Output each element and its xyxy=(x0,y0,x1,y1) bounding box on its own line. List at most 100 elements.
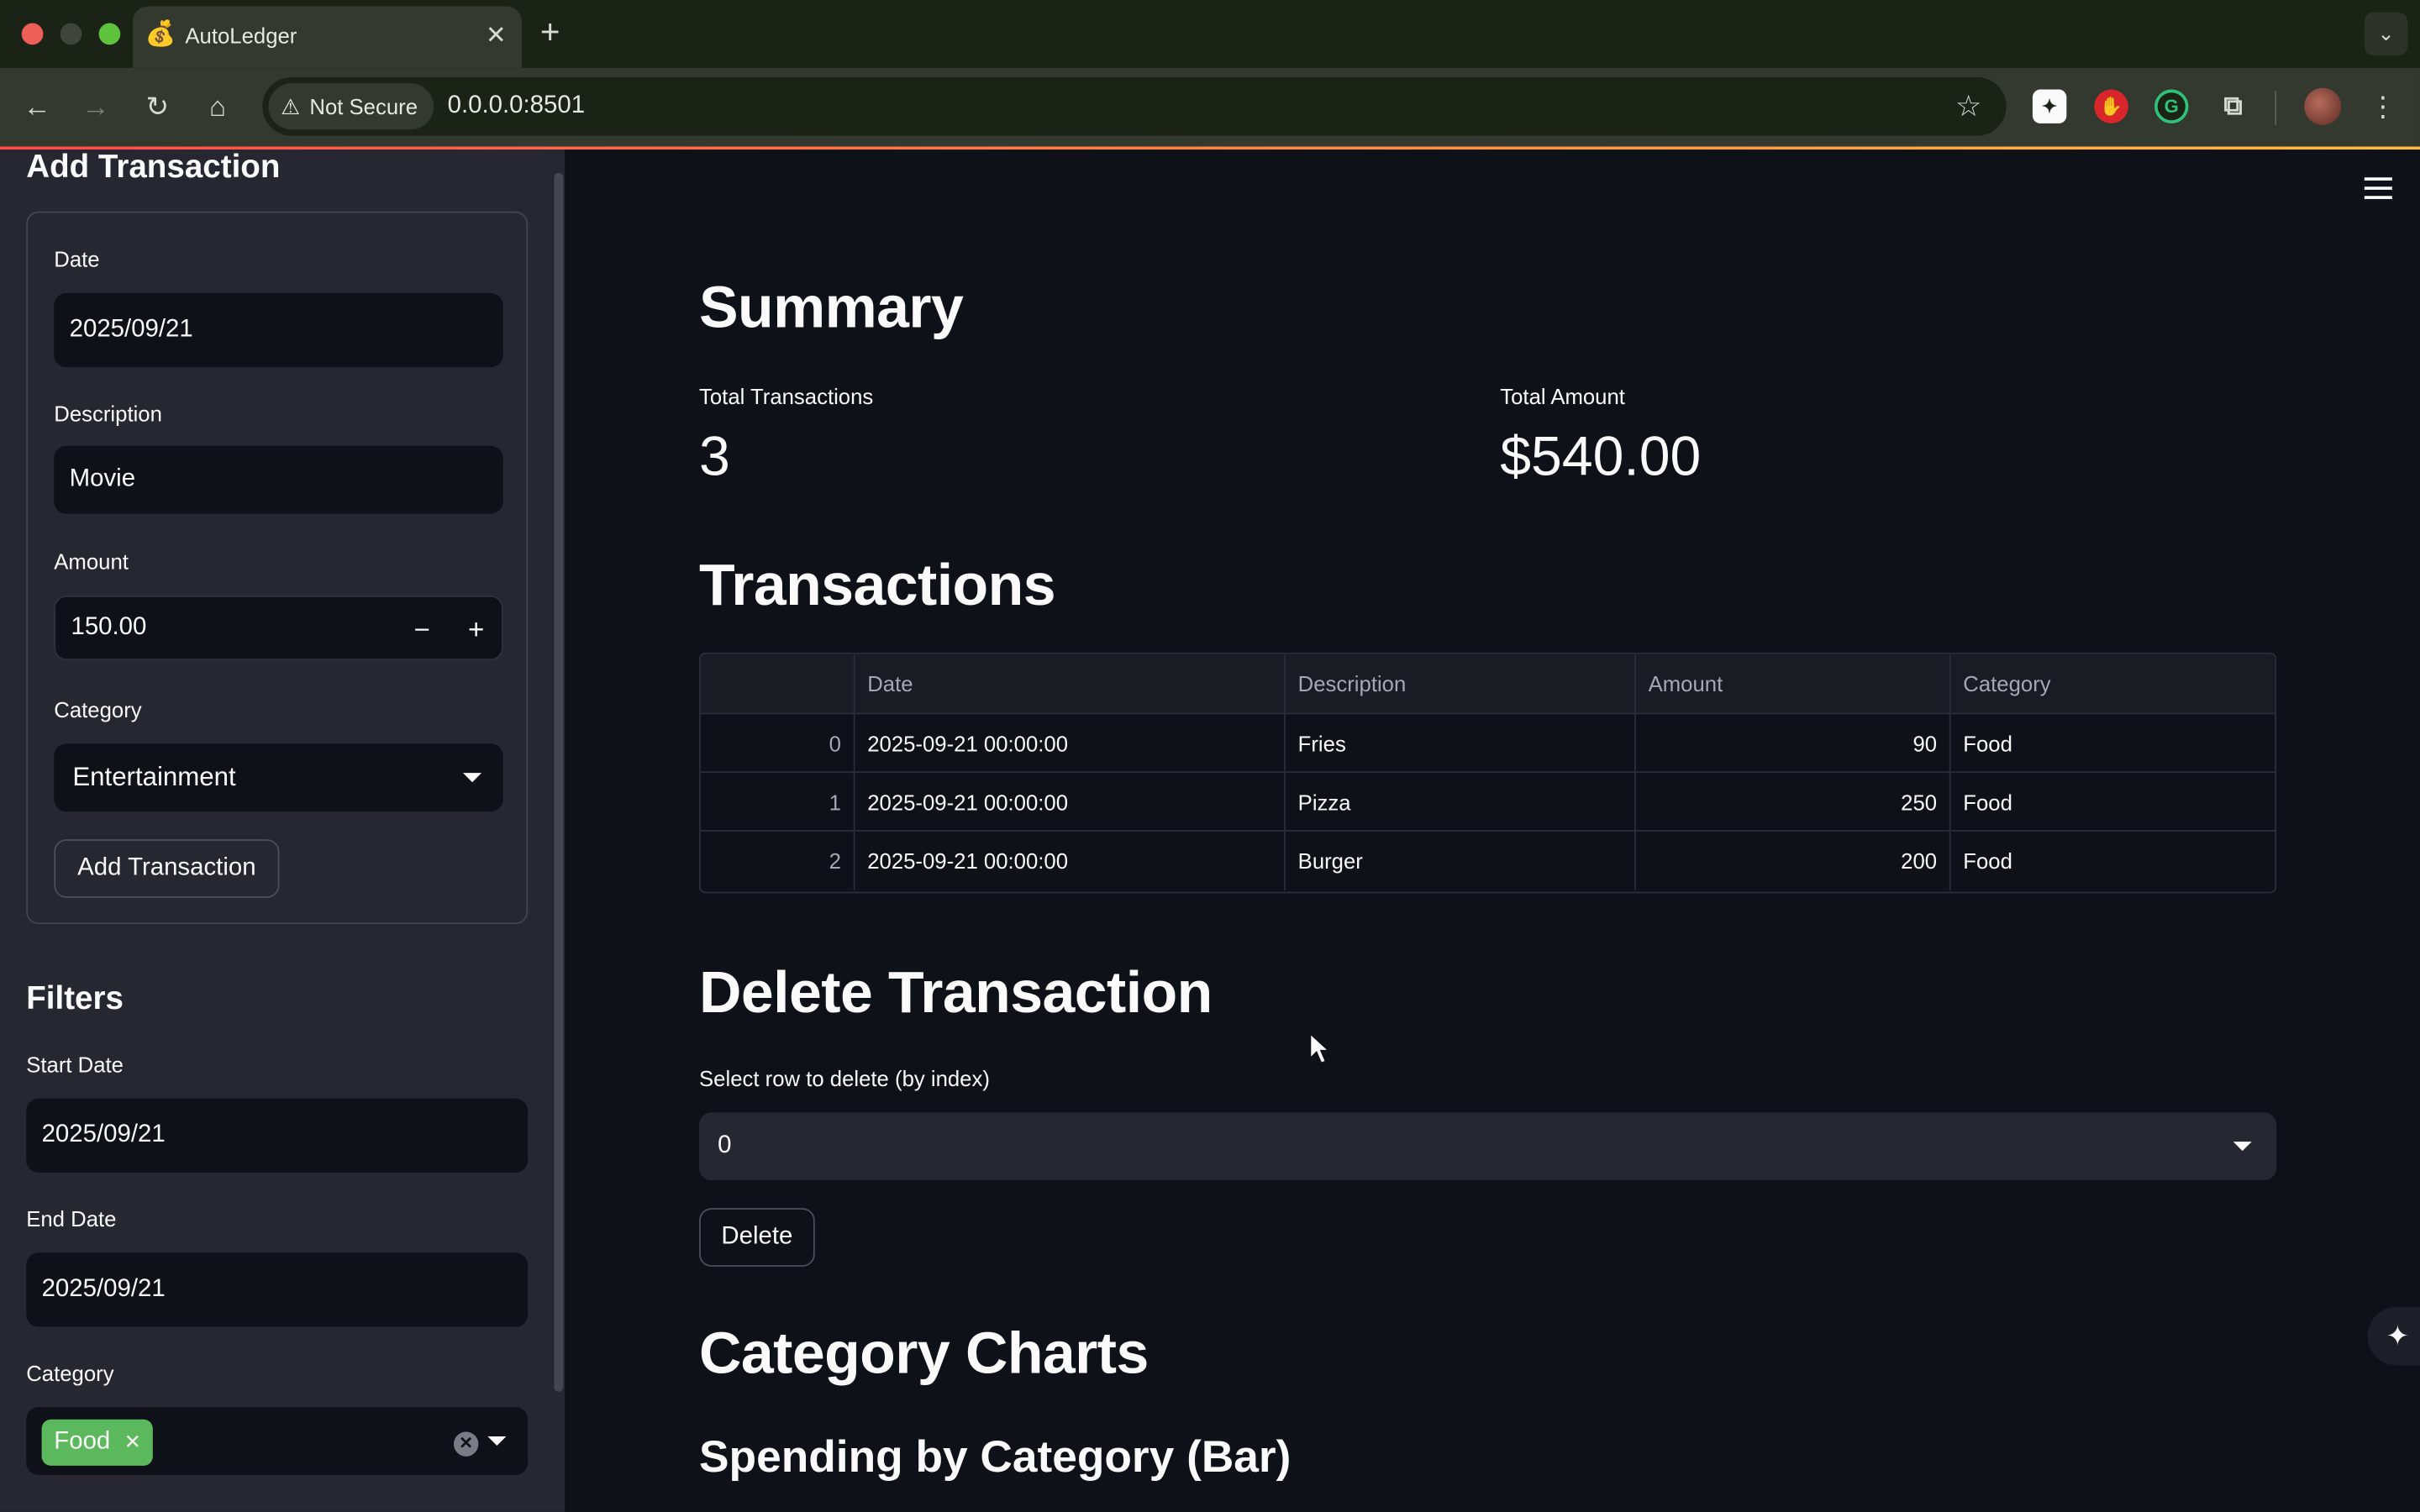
total-amount-label: Total Amount xyxy=(1500,384,1625,409)
clear-all-icon[interactable]: ✕ xyxy=(453,1431,479,1457)
add-transaction-form: Date Description Amount − + Category Ent… xyxy=(26,211,529,925)
category-charts-heading: Category Charts xyxy=(699,1322,1149,1388)
warning-icon: ⚠ xyxy=(281,93,301,118)
tab-close-icon[interactable]: ✕ xyxy=(486,20,507,51)
grammarly-icon[interactable]: G xyxy=(2154,89,2189,123)
browser-tab-bar: 💰 AutoLedger ✕ + ⌄ xyxy=(0,0,2420,68)
date-input-value[interactable] xyxy=(69,316,503,344)
add-transaction-heading: Add Transaction xyxy=(26,150,281,186)
cell-date[interactable]: 2025-09-21 00:00:00 xyxy=(855,831,1286,890)
description-input-value[interactable] xyxy=(69,465,503,494)
total-transactions-value: 3 xyxy=(699,424,730,488)
ai-sparkle-icon[interactable]: ✦ xyxy=(2367,1306,2420,1366)
security-chip[interactable]: ⚠ Not Secure xyxy=(268,83,434,130)
main-content: Summary Total Transactions 3 Total Amoun… xyxy=(565,150,2420,1512)
back-icon[interactable]: ← xyxy=(18,88,55,125)
profile-avatar[interactable] xyxy=(2304,87,2342,125)
extensions-puzzle-icon[interactable]: ⧉ xyxy=(2217,90,2250,123)
cell-date[interactable]: 2025-09-21 00:00:00 xyxy=(855,773,1286,831)
column-header-date[interactable]: Date xyxy=(855,654,1286,713)
cell-date[interactable]: 2025-09-21 00:00:00 xyxy=(855,714,1286,772)
cell-amount[interactable]: 200 xyxy=(1636,831,1951,890)
forward-icon[interactable]: → xyxy=(77,88,114,125)
date-label: Date xyxy=(54,246,100,272)
hamburger-menu-icon[interactable] xyxy=(2364,177,2392,199)
end-date-input[interactable] xyxy=(26,1252,529,1327)
browser-menu-icon[interactable]: ⋮ xyxy=(2369,88,2396,125)
chevron-down-icon xyxy=(2233,1142,2252,1152)
filters-heading: Filters xyxy=(26,981,124,1017)
category-multiselect[interactable]: Food ✕ ✕ xyxy=(26,1407,529,1475)
bookmark-star-icon[interactable]: ☆ xyxy=(1955,90,1981,125)
sidebar: Add Transaction Date Description Amount … xyxy=(0,150,566,1512)
home-icon[interactable]: ⌂ xyxy=(199,88,236,125)
table-row[interactable]: 0 2025-09-21 00:00:00 Fries 90 Food xyxy=(700,714,2275,774)
end-date-value[interactable] xyxy=(41,1275,529,1305)
chevron-down-icon xyxy=(463,773,482,783)
extension-hand-icon[interactable]: ✋ xyxy=(2094,89,2128,123)
transactions-table[interactable]: Date Description Amount Category 0 2025-… xyxy=(699,652,2277,894)
delete-transaction-heading: Delete Transaction xyxy=(699,961,1213,1026)
row-index: 1 xyxy=(701,773,855,831)
reload-icon[interactable]: ↻ xyxy=(139,88,176,125)
column-header-description[interactable]: Description xyxy=(1286,654,1636,713)
row-index: 2 xyxy=(701,831,855,890)
column-header-index[interactable] xyxy=(701,654,855,713)
start-date-value[interactable] xyxy=(41,1121,529,1150)
amount-input[interactable]: − + xyxy=(54,595,503,662)
cell-description[interactable]: Pizza xyxy=(1286,773,1636,831)
sidebar-scrollbar[interactable] xyxy=(554,172,564,1392)
cell-category[interactable]: Food xyxy=(1951,832,2275,890)
mouse-pointer-icon xyxy=(1309,1032,1331,1064)
tab-search-chevron-icon[interactable]: ⌄ xyxy=(2364,12,2408,56)
cell-category[interactable]: Food xyxy=(1951,714,2275,771)
delete-row-select[interactable]: 0 xyxy=(699,1112,2277,1181)
delete-button[interactable]: Delete xyxy=(699,1208,815,1267)
category-select[interactable]: Entertainment xyxy=(54,743,503,812)
delete-select-value: 0 xyxy=(718,1132,732,1159)
address-bar[interactable]: ⚠ Not Secure 0.0.0.0:8501 ☆ xyxy=(262,76,2007,136)
summary-heading: Summary xyxy=(699,276,964,341)
browser-tab[interactable]: 💰 AutoLedger ✕ xyxy=(132,6,522,68)
column-header-amount[interactable]: Amount xyxy=(1636,654,1951,713)
new-tab-icon[interactable]: + xyxy=(540,13,560,51)
date-input[interactable] xyxy=(54,292,503,368)
start-date-label: Start Date xyxy=(26,1052,124,1078)
tab-title: AutoLedger xyxy=(185,23,297,48)
amount-input-value[interactable] xyxy=(71,614,396,643)
cell-amount[interactable]: 90 xyxy=(1636,714,1951,772)
window-close-button[interactable] xyxy=(21,23,44,45)
remove-tag-icon[interactable]: ✕ xyxy=(124,1431,141,1455)
filter-tag-food[interactable]: Food ✕ xyxy=(41,1419,154,1466)
add-transaction-button[interactable]: Add Transaction xyxy=(54,839,280,898)
row-index: 0 xyxy=(701,714,855,772)
cell-category[interactable]: Food xyxy=(1951,773,2275,830)
total-transactions-label: Total Transactions xyxy=(699,384,874,409)
table-header-row: Date Description Amount Category xyxy=(700,654,2275,715)
table-row[interactable]: 2 2025-09-21 00:00:00 Burger 200 Food xyxy=(701,831,2275,890)
bar-chart-subheading: Spending by Category (Bar) xyxy=(699,1433,1292,1483)
cell-amount[interactable]: 250 xyxy=(1636,773,1951,831)
extension-sparkle-icon[interactable]: ✦ xyxy=(2032,89,2067,123)
category-label: Category xyxy=(54,697,142,722)
window-minimize-button[interactable] xyxy=(60,23,82,45)
total-amount-value: $540.00 xyxy=(1500,424,1702,488)
decrement-icon[interactable]: − xyxy=(395,597,449,662)
category-select-value: Entertainment xyxy=(72,762,236,792)
increment-icon[interactable]: + xyxy=(449,597,502,662)
toolbar-divider xyxy=(2275,91,2277,125)
url-text[interactable]: 0.0.0.0:8501 xyxy=(448,92,585,120)
description-input[interactable] xyxy=(54,445,503,514)
cell-description[interactable]: Fries xyxy=(1286,714,1636,772)
table-row[interactable]: 1 2025-09-21 00:00:00 Pizza 250 Food xyxy=(700,773,2275,832)
filter-category-label: Category xyxy=(26,1360,114,1386)
money-bag-icon: 💰 xyxy=(145,21,176,48)
start-date-input[interactable] xyxy=(26,1098,529,1173)
column-header-category[interactable]: Category xyxy=(1951,654,2275,713)
chevron-down-icon[interactable] xyxy=(487,1436,507,1446)
cell-description[interactable]: Burger xyxy=(1286,831,1636,890)
browser-toolbar: ← → ↻ ⌂ ⚠ Not Secure 0.0.0.0:8501 ☆ ✦ ✋ … xyxy=(0,67,2420,149)
delete-select-label: Select row to delete (by index) xyxy=(699,1066,990,1091)
security-label: Not Secure xyxy=(309,94,418,119)
window-maximize-button[interactable] xyxy=(98,23,121,45)
